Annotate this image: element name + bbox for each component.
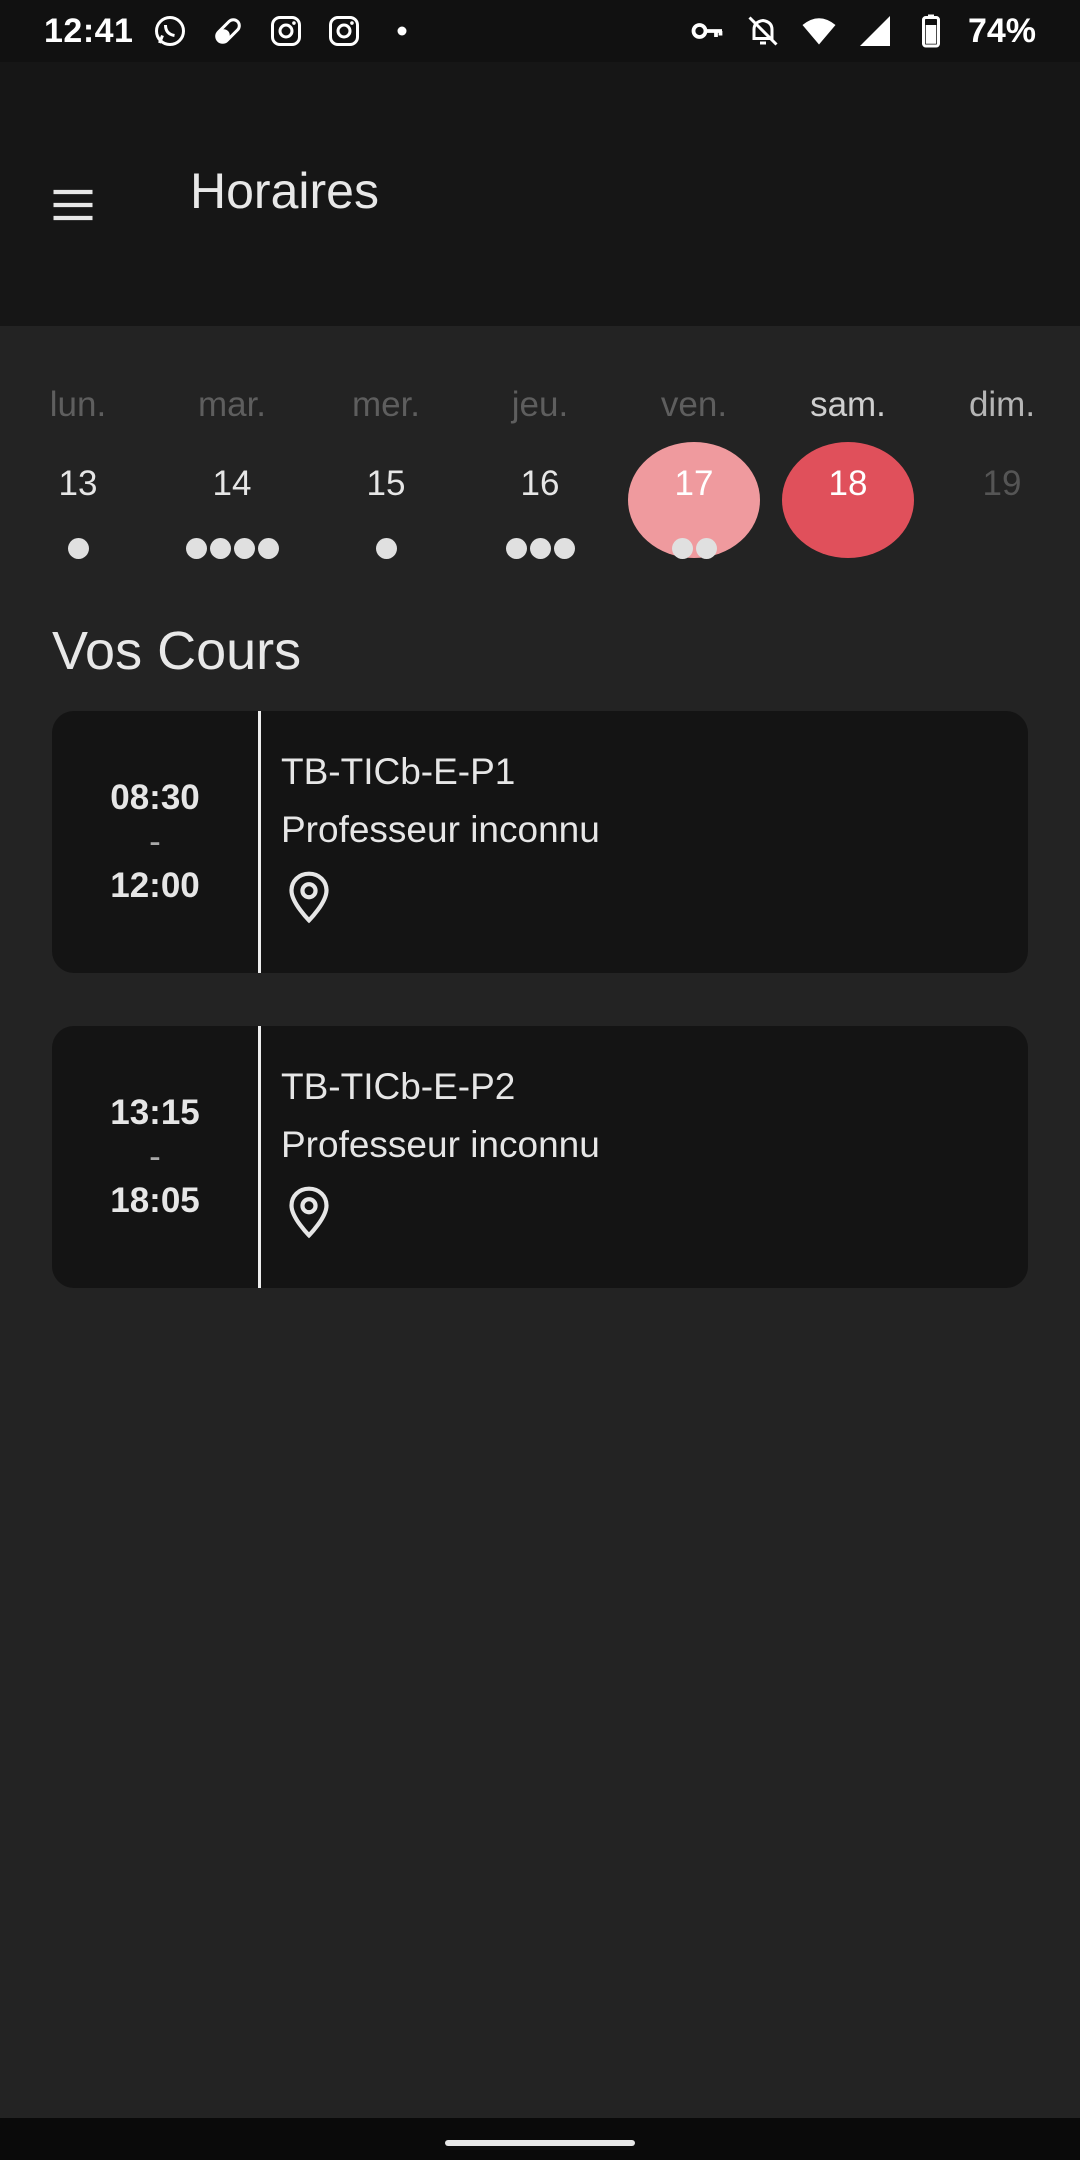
day-number: 17 <box>674 464 714 503</box>
course-dot <box>553 538 575 559</box>
course-end-time: 18:05 <box>110 1181 200 1220</box>
day-name: mer. <box>351 385 421 424</box>
course-dot <box>375 538 397 559</box>
time-separator: - <box>149 822 161 861</box>
course-teacher: Professeur inconnu <box>281 1124 600 1165</box>
course-dot <box>505 538 527 559</box>
day-name: sam. <box>810 385 886 424</box>
course-time: 13:15 - 18:05 <box>52 1026 258 1288</box>
course-dot <box>257 538 279 559</box>
day-number: 15 <box>366 464 406 503</box>
day-tuesday[interactable]: mar. 14 <box>162 380 302 580</box>
menu-button[interactable] <box>40 172 106 238</box>
home-gesture-handle[interactable] <box>445 2140 635 2146</box>
notification-icons <box>151 12 421 50</box>
do-not-disturb-bell-icon <box>744 12 782 50</box>
day-saturday[interactable]: sam. 18 <box>778 380 918 580</box>
course-name: TB-TICb-E-P1 <box>281 751 516 792</box>
course-dot <box>67 538 89 559</box>
pill-icon <box>209 12 247 50</box>
course-dot <box>529 538 551 559</box>
course-dot <box>671 538 693 559</box>
course-dot <box>209 538 231 559</box>
course-dots <box>162 538 302 559</box>
day-name: dim. <box>968 385 1036 424</box>
course-dots <box>316 538 456 559</box>
day-number: 16 <box>520 464 560 503</box>
wifi-icon <box>800 12 838 50</box>
course-end-time: 12:00 <box>110 866 200 905</box>
time-separator: - <box>149 1137 161 1176</box>
battery-percentage: 74% <box>967 11 1036 50</box>
day-sunday[interactable]: dim. 19 <box>932 380 1072 580</box>
battery-icon <box>912 12 950 50</box>
course-dot <box>695 538 717 559</box>
course-card[interactable]: 13:15 - 18:05 TB-TICb-E-P2 Professeur in… <box>52 1026 1028 1288</box>
day-name: ven. <box>660 385 728 424</box>
app-bar: Horaires <box>0 62 1080 326</box>
status-time: 12:41 <box>44 11 134 50</box>
course-card[interactable]: 08:30 - 12:00 TB-TICb-E-P1 Professeur in… <box>52 711 1028 973</box>
location-pin-icon <box>281 869 337 925</box>
page-title: Horaires <box>190 163 379 219</box>
course-start-time: 08:30 <box>110 778 200 817</box>
course-teacher: Professeur inconnu <box>281 809 600 850</box>
course-dots <box>624 538 764 559</box>
course-info: TB-TICb-E-P2 Professeur inconnu <box>281 1066 998 1240</box>
course-name: TB-TICb-E-P2 <box>281 1066 516 1107</box>
instagram-icon <box>267 12 305 50</box>
cell-signal-icon <box>856 12 894 50</box>
day-thursday[interactable]: jeu. 16 <box>470 380 610 580</box>
system-navigation-bar <box>0 2118 1080 2160</box>
card-divider <box>258 1026 261 1288</box>
day-number: 19 <box>982 464 1022 503</box>
course-dots <box>8 538 148 559</box>
day-friday[interactable]: ven. 17 <box>624 380 764 580</box>
instagram-icon <box>325 12 363 50</box>
day-number: 13 <box>58 464 98 503</box>
day-wednesday[interactable]: mer. 15 <box>316 380 456 580</box>
whatsapp-icon <box>151 12 189 50</box>
day-name: lun. <box>49 385 107 424</box>
day-name: jeu. <box>511 385 569 424</box>
day-monday[interactable]: lun. 13 <box>8 380 148 580</box>
section-title: Vos Cours <box>52 621 302 681</box>
course-info: TB-TICb-E-P1 Professeur inconnu <box>281 751 998 925</box>
week-day-selector: lun. 13 mar. 14 mer. 15 jeu. 16 ven. 17 … <box>0 380 1080 580</box>
system-icons: 74% <box>688 12 1036 51</box>
location-pin-icon <box>281 1184 337 1240</box>
course-time: 08:30 - 12:00 <box>52 711 258 973</box>
course-start-time: 13:15 <box>110 1093 200 1132</box>
status-bar: 12:41 74% <box>0 0 1080 62</box>
card-divider <box>258 711 261 973</box>
vpn-key-icon <box>688 12 726 50</box>
course-dot <box>185 538 207 559</box>
dot-icon <box>383 12 421 50</box>
day-number: 14 <box>212 464 252 503</box>
menu-icon <box>53 189 93 221</box>
day-name: mar. <box>197 385 267 424</box>
day-number: 18 <box>828 464 868 503</box>
course-dot <box>233 538 255 559</box>
course-dots <box>470 538 610 559</box>
